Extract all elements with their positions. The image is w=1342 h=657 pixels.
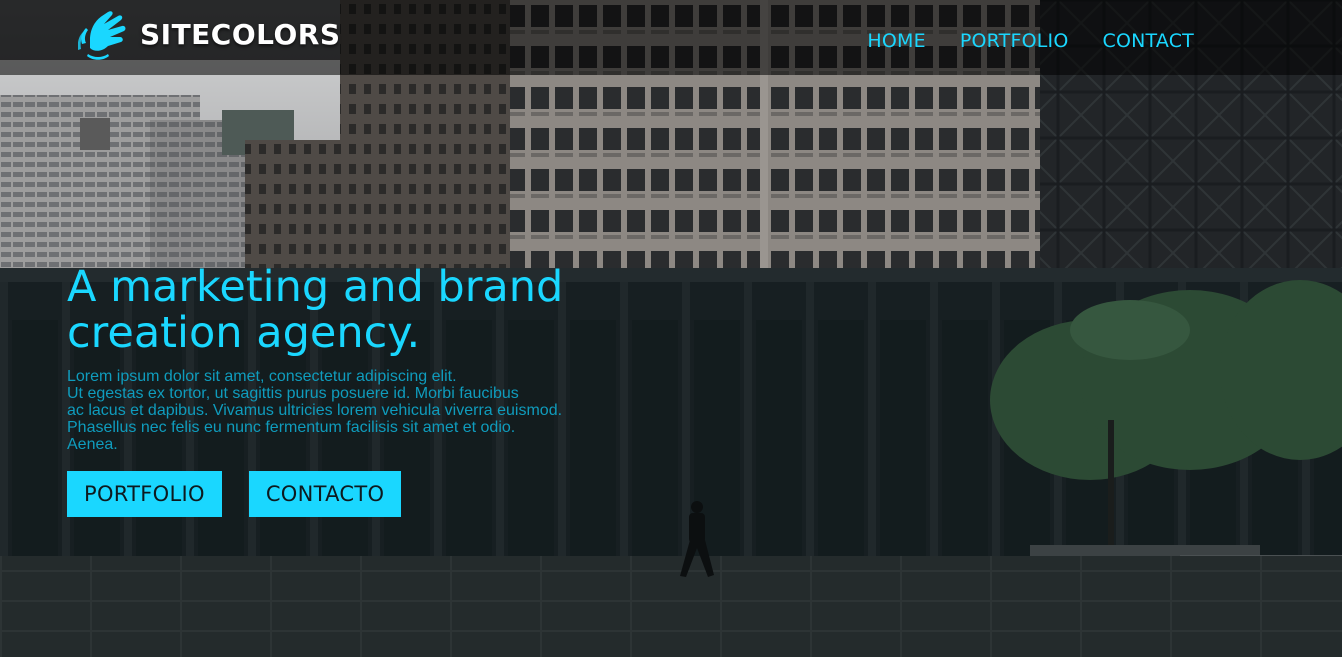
hero-section: SITECOLORS HOME PORTFOLIO CONTACT A mark… [0, 0, 1342, 657]
nav-item-home[interactable]: HOME [867, 30, 925, 52]
hand-wave-icon [78, 11, 126, 60]
hero-content: A marketing and brand creation agency. L… [67, 264, 707, 453]
brand-name: SITECOLORS [140, 17, 341, 51]
description-line: Lorem ipsum dolor sit amet, consectetur … [67, 368, 457, 385]
description-line: ac lacus et dapibus. Vivamus ultricies l… [67, 402, 563, 419]
description-line: Aenea. [67, 436, 118, 453]
nav-item-contact[interactable]: CONTACT [1102, 30, 1194, 52]
contact-button[interactable]: CONTACTO [248, 471, 402, 517]
main-navigation: HOME PORTFOLIO CONTACT [867, 30, 1194, 52]
headline-line-1: A marketing and brand [67, 262, 564, 312]
description-line: Phasellus nec felis eu nunc fermentum fa… [67, 419, 516, 436]
top-navbar: SITECOLORS HOME PORTFOLIO CONTACT [0, 0, 1342, 75]
portfolio-button[interactable]: PORTFOLIO [67, 471, 222, 517]
hero-headline: A marketing and brand creation agency. [67, 264, 707, 356]
description-line: Ut egestas ex tortor, ut sagittis purus … [67, 385, 519, 402]
brand-logo[interactable]: SITECOLORS [78, 6, 341, 62]
hero-buttons: PORTFOLIO CONTACTO [67, 471, 402, 517]
nav-item-portfolio[interactable]: PORTFOLIO [960, 30, 1069, 52]
headline-line-2: creation agency. [67, 308, 421, 358]
hero-description: Lorem ipsum dolor sit amet, consectetur … [67, 368, 627, 453]
